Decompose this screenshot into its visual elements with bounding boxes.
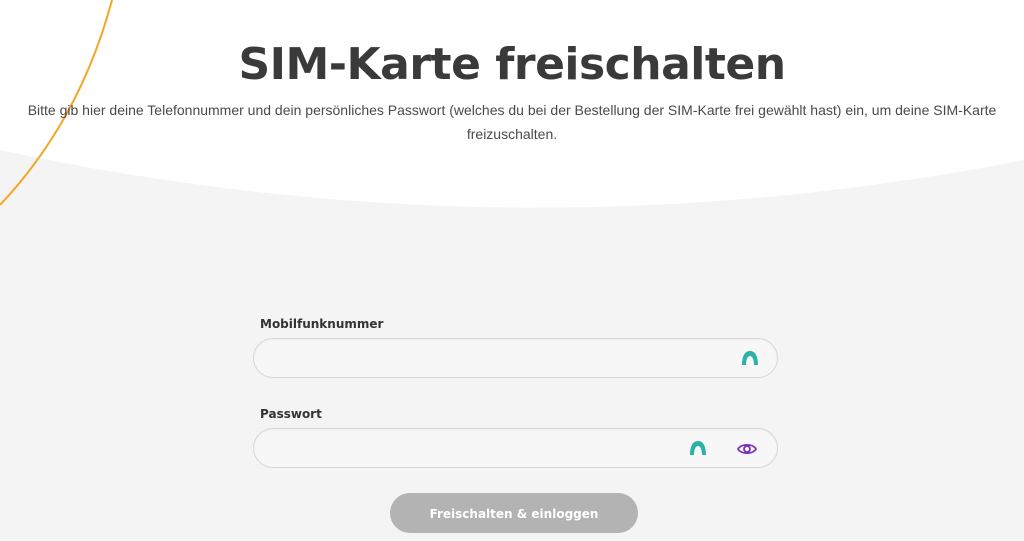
field-spacer [253, 378, 778, 406]
phone-input[interactable] [254, 339, 777, 377]
page-subtitle: Bitte gib hier deine Telefonnummer und d… [27, 102, 997, 142]
eye-icon[interactable] [737, 441, 757, 457]
phone-label: Mobilfunknummer [260, 317, 384, 331]
activation-form: Mobilfunknummer Passwort [253, 316, 778, 468]
autofill-key-icon[interactable] [741, 350, 759, 366]
autofill-key-icon[interactable] [689, 440, 707, 456]
phone-field-wrapper [253, 338, 778, 378]
password-field-wrapper [253, 428, 778, 468]
password-label: Passwort [260, 407, 322, 421]
page-title: SIM-Karte freischalten [238, 39, 786, 90]
page-header: SIM-Karte freischalten Bitte gib hier de… [0, 0, 1024, 146]
activate-login-button[interactable]: Freischalten & einloggen [390, 493, 638, 533]
page: SIM-Karte freischalten Bitte gib hier de… [0, 0, 1024, 541]
